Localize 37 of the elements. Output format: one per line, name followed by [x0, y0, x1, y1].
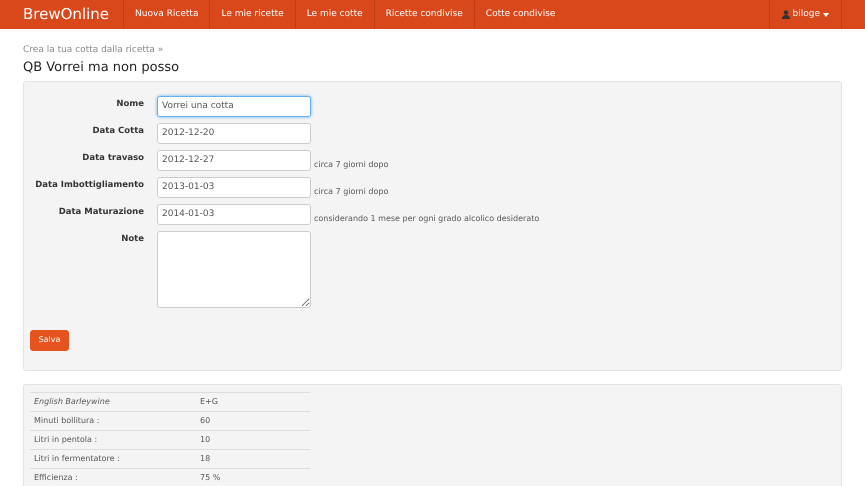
- save-button[interactable]: Salva: [30, 330, 69, 350]
- table-cell: E+G: [200, 396, 218, 408]
- text-field[interactable]: Vorrei una cotta: [157, 96, 311, 116]
- text-field[interactable]: 2013-01-03: [157, 176, 311, 198]
- help-text: considerando 1 mese per ogni grado alcolico desiderato: [314, 212, 540, 224]
- field-label: Data Imbottigliamento: [34, 178, 144, 192]
- field-label: Data travaso: [81, 152, 144, 164]
- table-cell-text: Litri in pentola :: [33, 434, 98, 446]
- breadcrumb[interactable]: Crea la tua cotta dalla ricetta »: [23, 44, 842, 58]
- nav-link[interactable]: Ricette condivise: [374, 0, 474, 29]
- text-field[interactable]: 2012-12-20: [157, 122, 311, 144]
- help-text: circa 7 giorni dopo: [314, 158, 388, 170]
- field-label: Data Cotta: [92, 124, 144, 138]
- field-label: Nome: [115, 98, 144, 110]
- table-cell: 60: [200, 414, 210, 426]
- nav-link[interactable]: Le mie cotte: [294, 0, 374, 29]
- user-icon: [782, 10, 790, 19]
- nav-link[interactable]: Le mie ricette: [209, 0, 295, 29]
- nav-link[interactable]: Nuova Ricetta: [123, 0, 210, 29]
- table-cell-text: Litri in fermentatore :: [33, 452, 121, 464]
- caret-icon: [823, 12, 829, 16]
- table-cell-text: English Barleywine: [33, 396, 111, 408]
- table-cell: 75 %: [200, 472, 220, 484]
- field-label: Note: [120, 232, 144, 246]
- table-cell-text: Efficienza :: [33, 472, 79, 484]
- field-label: Data Maturazione: [58, 206, 144, 218]
- table-cell-text: Minuti bollitura :: [33, 414, 100, 426]
- brand-logo[interactable]: BrewOnline: [23, 3, 110, 26]
- text-field[interactable]: 2012-12-27: [157, 150, 311, 170]
- user-menu[interactable]: biloge: [768, 0, 842, 29]
- table-cell: 18: [200, 452, 210, 464]
- help-text: circa 7 giorni dopo: [314, 186, 388, 198]
- nav-link[interactable]: Cotte condivise: [474, 0, 566, 29]
- page-title: QB Vorrei ma non posso: [23, 60, 180, 76]
- notes-field[interactable]: [157, 230, 311, 308]
- table-cell: 10: [200, 434, 210, 446]
- text-field[interactable]: 2014-01-03: [157, 204, 311, 224]
